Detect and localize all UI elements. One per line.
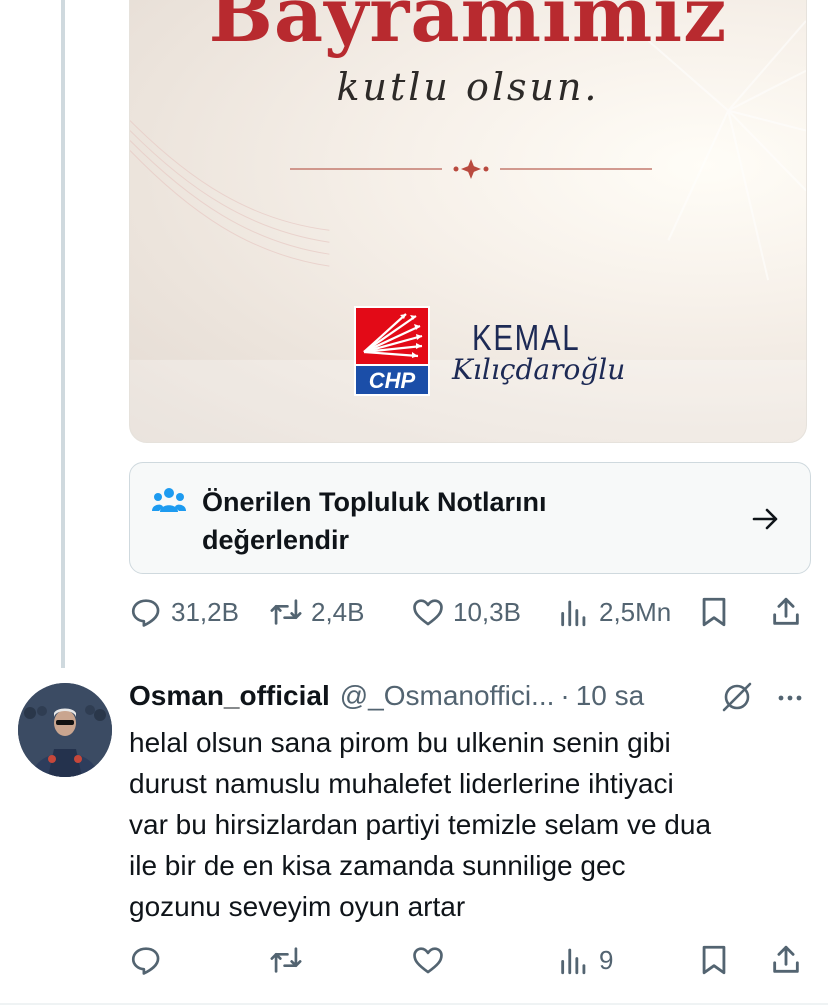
share-icon — [773, 945, 799, 973]
views-button[interactable]: 2,5Mn — [557, 590, 671, 634]
avatar-image — [18, 683, 112, 777]
like-count: 10,3B — [453, 596, 521, 627]
reply-share-button[interactable] — [769, 938, 803, 982]
reply-body-text: helal olsun sana pirom bu ulkenin senin … — [129, 727, 712, 922]
reply-handle[interactable]: @_Osmanoffici... — [340, 680, 555, 712]
like-button[interactable]: 10,3B — [411, 590, 521, 634]
retweet-count: 2,4B — [311, 596, 365, 627]
community-notes-label: Önerilen Topluluk Notlarını değerlendir — [202, 487, 547, 555]
media-headline-text: Bayramımız — [208, 0, 728, 59]
reply-icon — [131, 599, 160, 627]
reply-retweet-button[interactable] — [269, 938, 303, 982]
more-options-icon[interactable] — [774, 682, 806, 714]
reply-icon — [131, 947, 160, 975]
signature-surname: Kılıçdaroğlu — [452, 353, 626, 386]
views-count: 2,5Mn — [599, 596, 672, 627]
reply-button[interactable]: 31,2B — [129, 590, 239, 634]
reply-header: Osman_official @_Osmanoffici... · 10 sa — [129, 676, 644, 716]
reply-bookmark-button[interactable] — [697, 938, 731, 982]
reply-user-avatar[interactable] — [18, 683, 112, 777]
retweet-icon — [270, 599, 302, 625]
reply-like-button[interactable] — [411, 938, 445, 982]
heart-icon — [413, 947, 443, 974]
chp-logo-text: CHP — [368, 368, 416, 393]
reply-views-button[interactable]: 9 — [557, 938, 613, 982]
reply-timestamp[interactable]: 10 sa — [576, 680, 645, 712]
reply-action-bar: 9 — [129, 938, 811, 982]
community-notes-prompt[interactable]: Önerilen Topluluk Notlarını değerlendir — [129, 462, 811, 574]
bookmark-icon — [702, 945, 726, 975]
share-icon — [773, 597, 799, 625]
thread-connector-line — [61, 0, 65, 668]
heart-icon — [413, 599, 443, 626]
ornament-divider-icon — [290, 159, 652, 179]
grok-icon[interactable] — [718, 680, 756, 714]
bookmark-button[interactable] — [697, 590, 731, 634]
share-button[interactable] — [769, 590, 803, 634]
arrow-right-icon[interactable] — [752, 505, 780, 533]
views-chart-icon — [561, 600, 586, 627]
main-tweet-action-bar: 31,2B 2,4B 10,3B 2,5Mn — [129, 590, 811, 634]
people-icon — [152, 488, 186, 512]
separator-dot: · — [560, 680, 570, 711]
tweet-divider — [0, 1003, 828, 1005]
reply-views-count: 9 — [599, 944, 614, 975]
media-script-text: kutlu olsun. — [336, 65, 600, 109]
views-chart-icon — [561, 948, 586, 975]
bookmark-icon — [702, 597, 726, 627]
reply-display-name[interactable]: Osman_official — [129, 680, 330, 712]
retweet-icon — [270, 947, 302, 973]
tweet-media-image[interactable]: Bayramımız kutlu olsun. CHP KEMAL Kılıçd… — [129, 0, 807, 443]
reply-count: 31,2B — [171, 596, 239, 627]
retweet-button[interactable]: 2,4B — [269, 590, 365, 634]
reply-reply-button[interactable] — [129, 938, 163, 982]
